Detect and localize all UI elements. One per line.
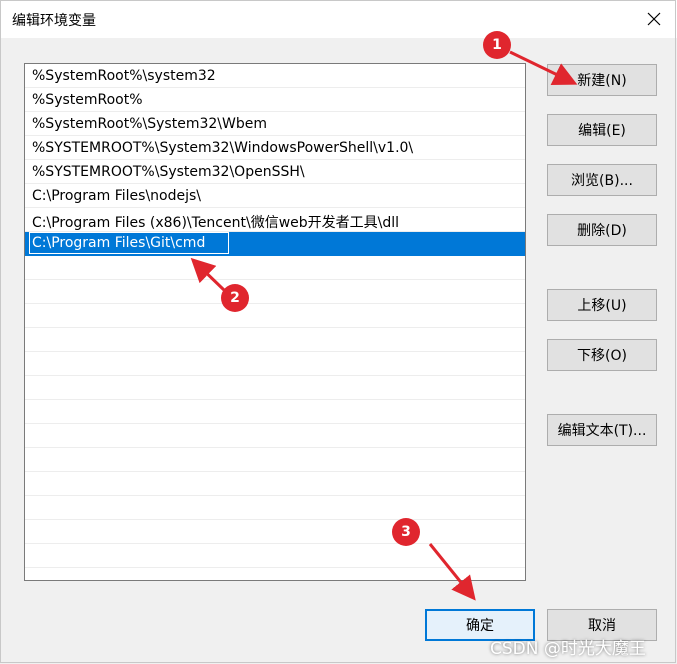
move-up-button[interactable]: 上移(U) [547, 289, 657, 321]
path-list[interactable]: %SystemRoot%\system32 %SystemRoot% %Syst… [24, 63, 526, 581]
list-item-empty[interactable] [25, 304, 525, 328]
list-item[interactable]: C:\Program Files (x86)\Tencent\微信web开发者工… [25, 208, 525, 232]
close-icon [647, 12, 661, 26]
list-item-text: %SystemRoot%\system32 [32, 68, 216, 84]
list-item-empty[interactable] [25, 424, 525, 448]
list-item[interactable]: %SystemRoot%\system32 [25, 64, 525, 88]
browse-button[interactable]: 浏览(B)... [547, 164, 657, 196]
list-item-empty[interactable] [25, 496, 525, 520]
list-item-empty[interactable] [25, 448, 525, 472]
list-item-empty[interactable] [25, 400, 525, 424]
list-item-empty[interactable] [25, 544, 525, 568]
title-bar: 编辑环境变量 [0, 0, 677, 38]
list-item-empty[interactable] [25, 376, 525, 400]
path-edit-input[interactable] [29, 232, 229, 254]
edit-button[interactable]: 编辑(E) [547, 114, 657, 146]
list-item-empty[interactable] [25, 472, 525, 496]
list-item-text: %SystemRoot% [32, 92, 143, 108]
list-item[interactable]: %SYSTEMROOT%\System32\WindowsPowerShell\… [25, 136, 525, 160]
list-item[interactable]: %SystemRoot%\System32\Wbem [25, 112, 525, 136]
move-down-button[interactable]: 下移(O) [547, 339, 657, 371]
list-item-text: %SYSTEMROOT%\System32\OpenSSH\ [32, 164, 305, 180]
watermark: CSDN @时光大魔王 [490, 639, 646, 659]
annotation-marker-2: 2 [221, 284, 249, 312]
list-item-empty[interactable] [25, 256, 525, 280]
list-item-selected[interactable] [25, 232, 525, 256]
delete-button[interactable]: 删除(D) [547, 214, 657, 246]
list-item-text: %SYSTEMROOT%\System32\WindowsPowerShell\… [32, 140, 414, 156]
new-button[interactable]: 新建(N) [547, 64, 657, 96]
list-item-text: C:\Program Files (x86)\Tencent\微信web开发者工… [32, 215, 400, 231]
annotation-marker-3: 3 [392, 518, 420, 546]
list-item-empty[interactable] [25, 352, 525, 376]
list-item-empty[interactable] [25, 520, 525, 544]
list-item-empty[interactable] [25, 328, 525, 352]
close-button[interactable] [631, 0, 677, 38]
window-title: 编辑环境变量 [12, 13, 96, 29]
list-item[interactable]: %SystemRoot% [25, 88, 525, 112]
list-item-text: %SystemRoot%\System32\Wbem [32, 116, 267, 132]
list-item[interactable]: C:\Program Files\nodejs\ [25, 184, 525, 208]
list-item-text: C:\Program Files\nodejs\ [32, 188, 202, 204]
list-item-empty[interactable] [25, 280, 525, 304]
annotation-marker-1: 1 [483, 31, 511, 59]
edit-text-button[interactable]: 编辑文本(T)... [547, 414, 657, 446]
list-item[interactable]: %SYSTEMROOT%\System32\OpenSSH\ [25, 160, 525, 184]
